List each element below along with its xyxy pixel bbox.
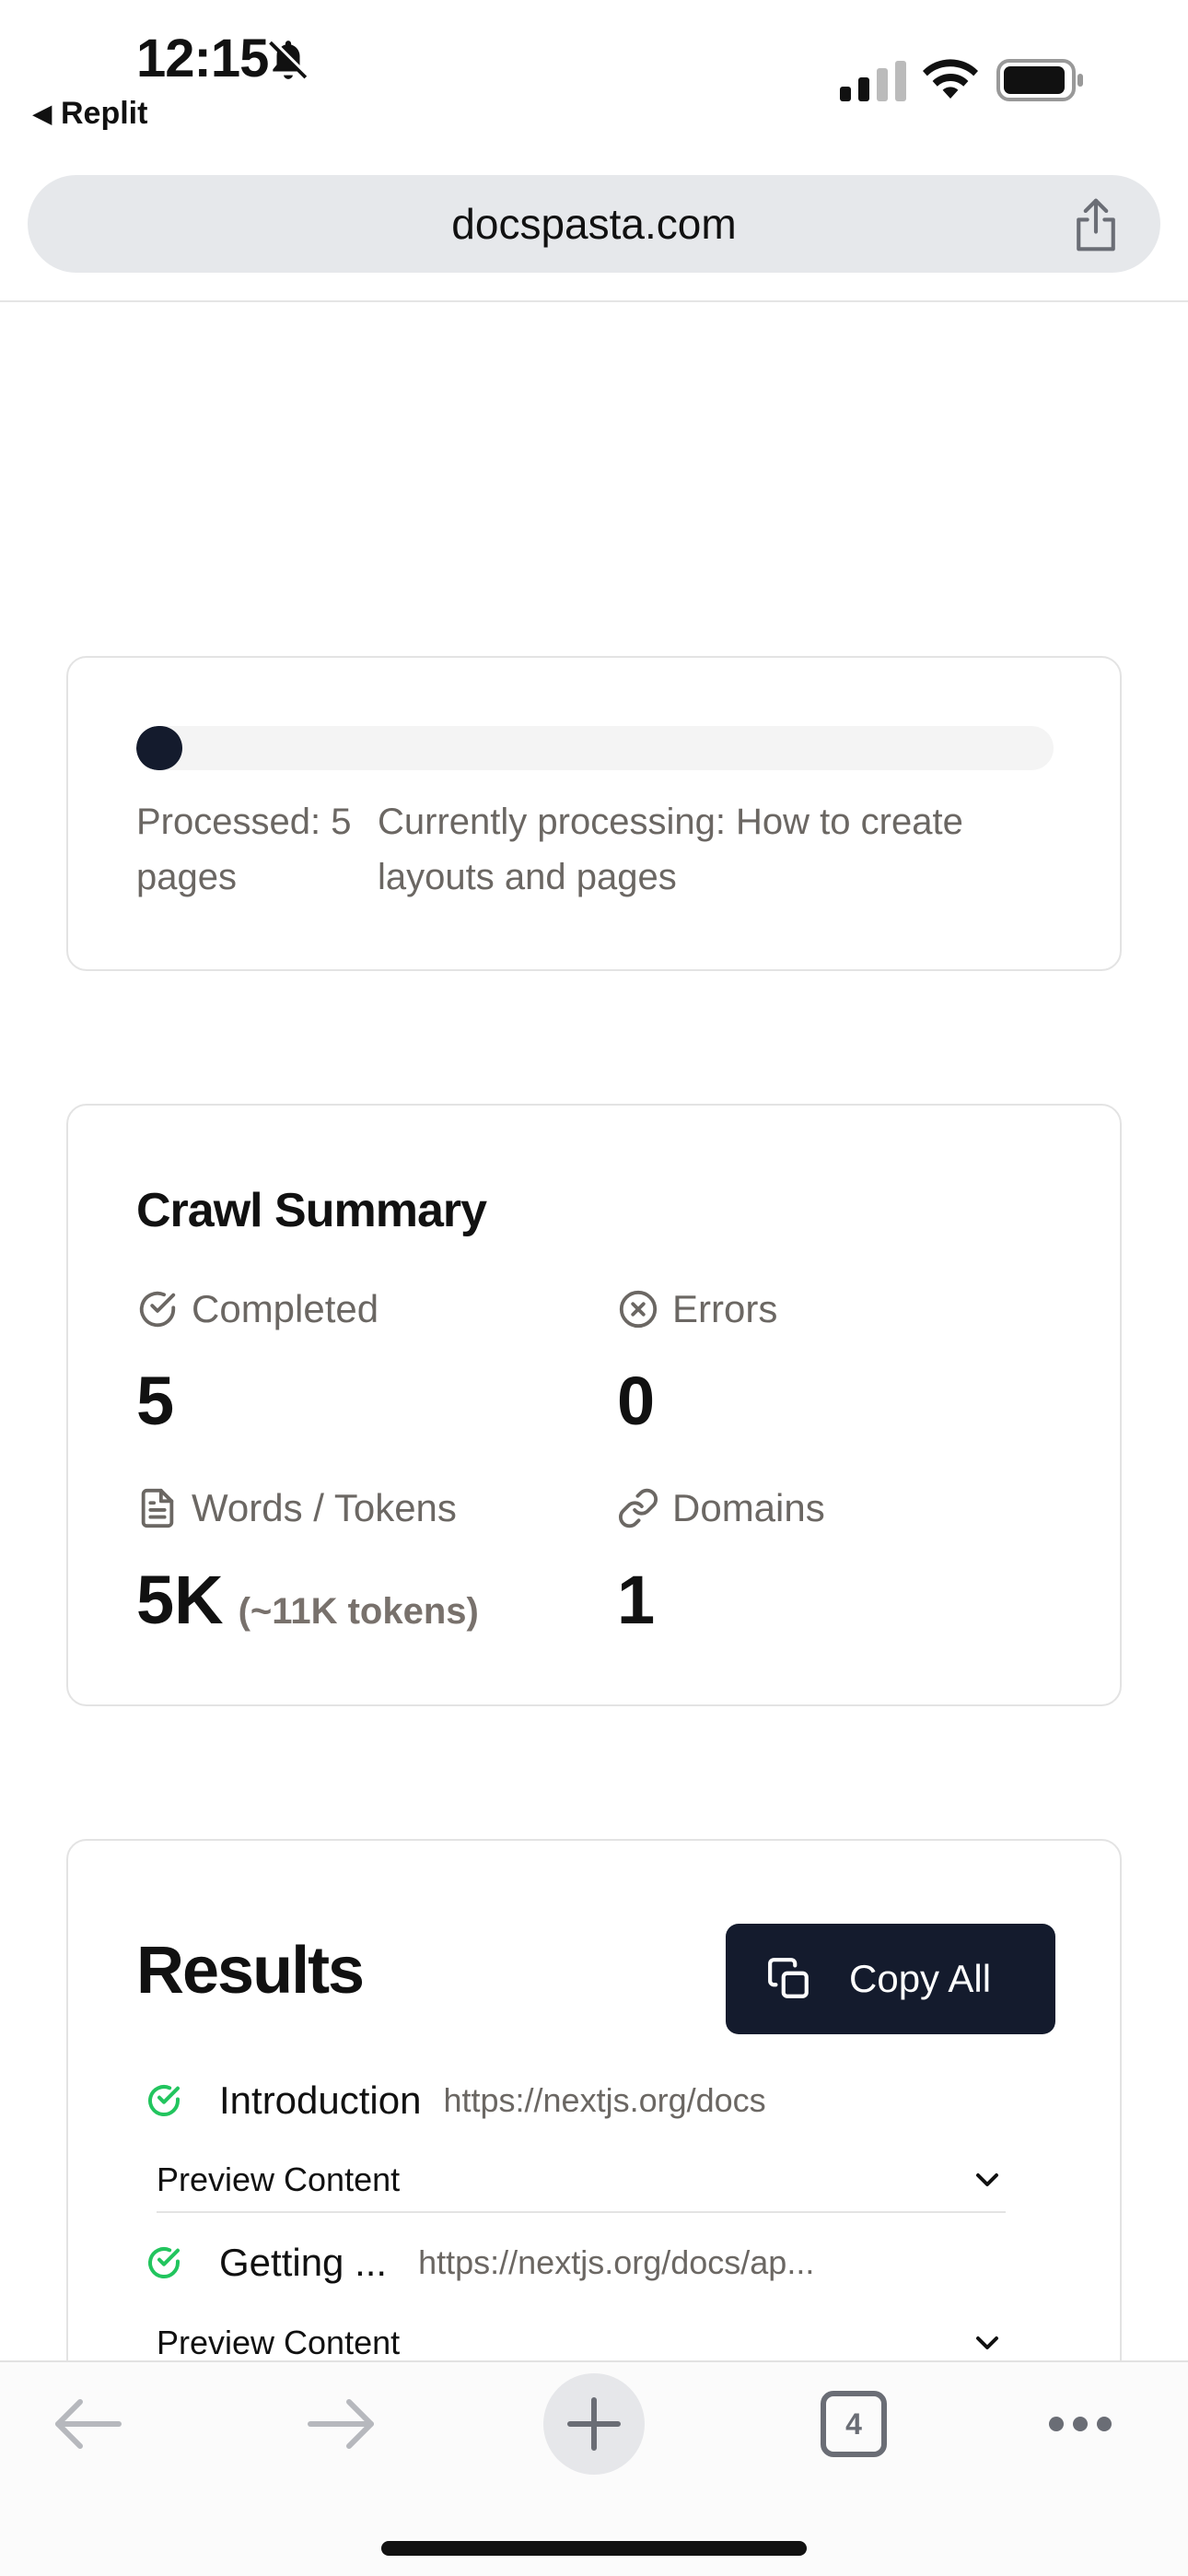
crawl-summary-title: Crawl Summary [136,1184,487,1237]
success-check-icon [148,2247,180,2278]
stat-words-value: 5K [136,1562,224,1638]
status-time: 12:15 [136,29,269,88]
copy-icon [768,1958,809,1998]
wifi-icon [923,59,978,99]
success-check-icon [148,2085,180,2116]
copy-all-label: Copy All [849,1957,992,2000]
stat-domains: Domains 1 [617,1485,825,1639]
result-url[interactable]: https://nextjs.org/docs/ap... [418,2243,814,2282]
more-button[interactable] [1030,2373,1131,2475]
tab-count: 4 [845,2406,862,2441]
share-icon[interactable] [1070,197,1122,252]
more-icon [1049,2417,1112,2431]
stat-completed-label: Completed [192,1287,379,1330]
stat-completed-value: 5 [136,1363,175,1439]
stat-domains-label: Domains [672,1486,825,1529]
new-tab-button[interactable] [543,2373,645,2475]
results-title: Results [136,1934,365,2008]
processed-count-text: Processed: 5 pages [136,802,352,897]
stat-domains-value: 1 [617,1562,656,1638]
stat-words-label: Words / Tokens [192,1486,457,1529]
stat-words-tokens: Words / Tokens 5K (~11K tokens) [136,1485,479,1639]
stat-tokens-subtext: (~11K tokens) [238,1591,479,1632]
back-button[interactable] [37,2373,138,2475]
bell-slash-icon [269,41,308,79]
x-circle-icon [619,1290,658,1329]
tabs-button[interactable]: 4 [803,2373,904,2475]
progress-bar [136,726,1054,770]
url-text[interactable]: docspasta.com [28,199,1160,249]
battery-icon [996,59,1083,101]
stat-completed: Completed 5 [136,1286,379,1440]
result-item[interactable]: Introduction https://nextjs.org/docs [146,2078,766,2123]
chevron-down-icon [976,2336,998,2349]
stat-errors-value: 0 [617,1363,656,1439]
stat-errors-label: Errors [672,1287,778,1330]
forward-button[interactable] [291,2373,392,2475]
cellular-signal-icon [840,61,906,101]
document-icon [141,1488,174,1528]
preview-content-toggle[interactable]: Preview Content [157,2149,1006,2213]
result-url[interactable]: https://nextjs.org/docs [443,2081,765,2120]
check-circle-icon [139,1291,176,1328]
result-title: Getting ... [219,2241,388,2284]
back-arrow-icon [55,2399,122,2449]
tabs-icon: 4 [821,2391,887,2457]
chevron-down-icon [976,2173,998,2186]
back-to-app-link[interactable]: ◀ Replit [33,96,147,132]
link-icon [618,1488,658,1528]
forward-arrow-icon [308,2399,374,2449]
progress-bar-fill [136,726,182,770]
current-processing-text: Currently processing: How to create layo… [378,802,963,897]
progress-card: Processed: 5 pages Currently processing:… [66,656,1122,971]
plus-icon [567,2397,621,2451]
home-indicator [381,2541,807,2556]
back-app-label: Replit [61,96,148,131]
result-title: Introduction [219,2078,422,2122]
back-triangle-icon: ◀ [33,100,52,127]
copy-all-button[interactable]: Copy All [726,1924,1055,2034]
stat-errors: Errors 0 [617,1286,777,1440]
preview-content-label: Preview Content [157,2160,401,2198]
status-bar: 12:15 ◀ Replit [0,0,1188,157]
result-item[interactable]: Getting ... https://nextjs.org/docs/ap..… [146,2241,814,2285]
header-divider [0,300,1188,302]
crawl-summary-card: Crawl Summary Completed 5 Errors 0 Words… [66,1104,1122,1706]
preview-content-label: Preview Content [157,2324,401,2361]
address-bar[interactable]: docspasta.com [28,175,1160,273]
